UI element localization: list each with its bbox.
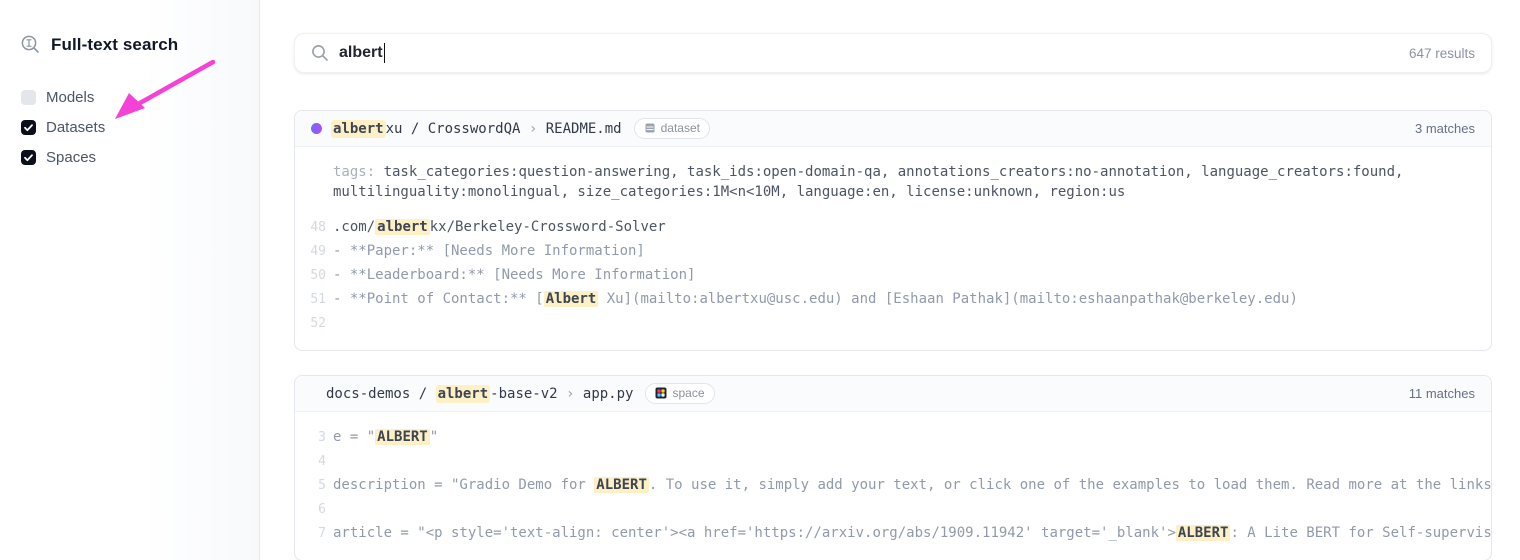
filter-label-datasets: Datasets xyxy=(46,119,105,136)
code-line: 50 - **Leaderboard:** [Needs More Informa… xyxy=(309,263,1491,287)
code-line: 49 - **Paper:** [Needs More Information] xyxy=(309,239,1491,263)
results-count: 647 results xyxy=(1409,46,1475,61)
filter-label-models: Models xyxy=(46,89,94,106)
result-header[interactable]: albertxu / CrosswordQA › README.md datas… xyxy=(295,111,1491,147)
code-line: 4 xyxy=(309,449,1491,473)
sidebar: Full-text search Models Datasets Spaces xyxy=(0,0,260,560)
filter-list: Models Datasets Spaces xyxy=(21,89,259,165)
space-badge: space xyxy=(645,383,714,404)
repo-path-link[interactable]: docs-demos / albert-base-v2 › app.py xyxy=(326,386,633,402)
line-number: 6 xyxy=(309,502,326,517)
line-content: description = "Gradio Demo for ALBERT. T… xyxy=(333,477,1491,493)
line-number: 51 xyxy=(309,292,326,307)
match-count: 3 matches xyxy=(1415,121,1475,136)
main-content: albert 647 results albertxu / CrosswordQ… xyxy=(260,0,1520,560)
line-number: 7 xyxy=(309,526,326,541)
code-line: 3 e = "ALBERT" xyxy=(309,425,1491,449)
filter-item-models[interactable]: Models xyxy=(21,89,259,105)
filter-item-datasets[interactable]: Datasets xyxy=(21,119,259,135)
repo-path-link[interactable]: albertxu / CrosswordQA › README.md xyxy=(331,121,622,137)
fulltext-search-icon xyxy=(20,34,41,55)
sidebar-title: Full-text search xyxy=(20,34,259,55)
dataset-icon xyxy=(644,122,656,134)
result-body: 3 e = "ALBERT" 4 5 description = "Gradio Dem… xyxy=(295,412,1491,560)
code-block: 3 e = "ALBERT" 4 5 description = "Gradio Dem… xyxy=(309,425,1491,545)
line-number: 48 xyxy=(309,220,326,235)
dataset-badge: dataset xyxy=(634,118,710,139)
line-content: - **Leaderboard:** [Needs More Informati… xyxy=(333,267,1491,283)
code-line: 51 - **Point of Contact:** [Albert Xu](ma… xyxy=(309,287,1491,311)
line-number: 50 xyxy=(309,268,326,283)
line-content: - **Paper:** [Needs More Information] xyxy=(333,243,1491,259)
app-root: Full-text search Models Datasets Spaces xyxy=(0,0,1520,560)
check-icon xyxy=(23,122,34,133)
code-line: 5 description = "Gradio Demo for ALBERT. … xyxy=(309,473,1491,497)
result-body: tags: task_categories:question-answering… xyxy=(295,147,1491,350)
code-line: 7 article = "<p style='text-align: center… xyxy=(309,521,1491,545)
code-line: 6 xyxy=(309,497,1491,521)
search-input[interactable]: albert 647 results xyxy=(294,33,1492,73)
line-content: .com/albertkx/Berkeley-Crossword-Solver xyxy=(333,219,1491,235)
spaces-checkbox[interactable] xyxy=(21,150,36,165)
models-checkbox[interactable] xyxy=(21,90,36,105)
line-number: 4 xyxy=(309,454,326,469)
page-title: Full-text search xyxy=(51,35,178,55)
text-caret xyxy=(384,43,386,63)
line-content: e = "ALBERT" xyxy=(333,429,1491,445)
search-query-text: albert xyxy=(339,44,383,62)
badge-label: dataset xyxy=(661,121,700,135)
datasets-checkbox[interactable] xyxy=(21,120,36,135)
check-icon xyxy=(23,152,34,163)
line-number: 3 xyxy=(309,430,326,445)
code-line: 52 xyxy=(309,311,1491,335)
code-line: 48 .com/albertkx/Berkeley-Crossword-Solve… xyxy=(309,215,1491,239)
space-icon xyxy=(655,387,667,399)
result-card-dataset: albertxu / CrosswordQA › README.md datas… xyxy=(294,110,1492,351)
filter-item-spaces[interactable]: Spaces xyxy=(21,149,259,165)
tags-line: tags: task_categories:question-answering… xyxy=(333,162,1423,202)
search-icon xyxy=(311,44,329,62)
badge-label: space xyxy=(672,386,704,400)
line-number: 52 xyxy=(309,316,326,331)
filter-label-spaces: Spaces xyxy=(46,149,96,166)
line-number: 5 xyxy=(309,478,326,493)
result-header[interactable]: docs-demos / albert-base-v2 › app.py spa… xyxy=(295,376,1491,412)
line-number: 49 xyxy=(309,244,326,259)
repo-dot-icon xyxy=(311,123,322,134)
line-content: article = "<p style='text-align: center'… xyxy=(333,525,1491,541)
code-block: 48 .com/albertkx/Berkeley-Crossword-Solve… xyxy=(309,215,1491,335)
result-card-space: docs-demos / albert-base-v2 › app.py spa… xyxy=(294,375,1492,560)
line-content: - **Point of Contact:** [Albert Xu](mail… xyxy=(333,291,1491,307)
match-count: 11 matches xyxy=(1409,386,1475,401)
